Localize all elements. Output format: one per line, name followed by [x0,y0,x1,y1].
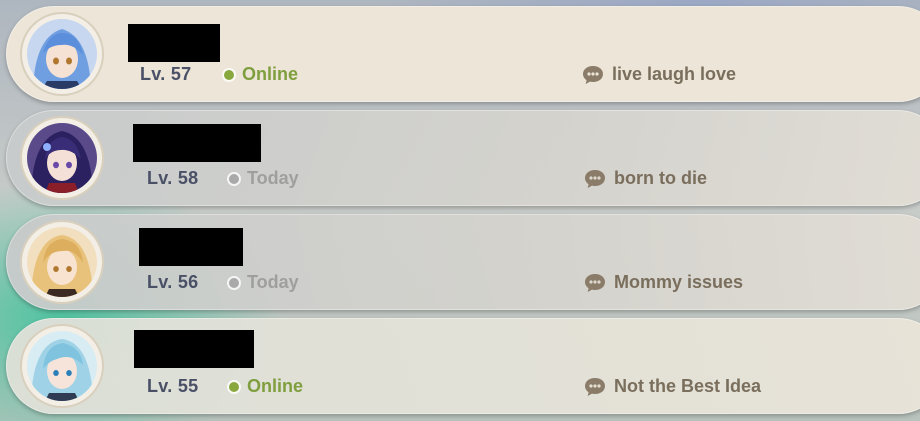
signature-text: Mommy issues [614,272,744,292]
avatar[interactable] [22,222,102,302]
online-status: Online [224,64,298,85]
status-label: Today [247,168,299,188]
friend-card[interactable]: Lv. 57 Online live laugh love [6,6,920,102]
signature-text: Not the Best Idea [614,376,762,396]
redacted-name [133,124,261,162]
avatar[interactable] [22,14,102,94]
status-label: Today [247,272,299,292]
signature-text: live laugh love [612,64,737,84]
signature: Mommy issues [584,272,743,293]
signature: born to die [584,168,707,189]
avatar-image [27,123,97,193]
avatar[interactable] [22,326,102,406]
signature-text: born to die [614,168,707,188]
friend-card[interactable]: Lv. 55 Online Not the Best Idea [6,318,920,414]
level-label: Lv. 55 [147,376,199,396]
status-dot-icon [229,277,239,288]
avatar-image [27,331,97,401]
friend-card[interactable]: Lv. 58 Today born to die [6,110,920,206]
chat-bubble-icon [585,377,605,396]
status-dot-icon [224,69,234,80]
status-label: Online [242,64,299,84]
friend-card[interactable]: Lv. 56 Today Mommy issues [6,214,920,310]
avatar[interactable] [22,118,102,198]
chat-bubble-icon [585,273,605,292]
chat-bubble-icon [585,169,605,188]
level-label: Lv. 56 [147,272,199,292]
avatar-image [27,227,97,297]
chat-bubble-icon [583,65,603,84]
redacted-name [128,24,220,62]
friends-list: Lv. 57 Online live laugh love Lv. 58 Tod… [0,0,920,421]
level-label: Lv. 57 [140,64,192,84]
status-dot-icon [229,381,239,392]
avatar-image [27,19,97,89]
signature: Not the Best Idea [584,376,761,397]
redacted-name [139,228,243,266]
redacted-name [134,330,254,368]
offline-status: Today [229,168,299,189]
status-dot-icon [229,173,239,184]
online-status: Online [229,376,303,397]
status-label: Online [247,376,304,396]
level-label: Lv. 58 [147,168,199,188]
signature: live laugh love [582,64,736,85]
offline-status: Today [229,272,299,293]
